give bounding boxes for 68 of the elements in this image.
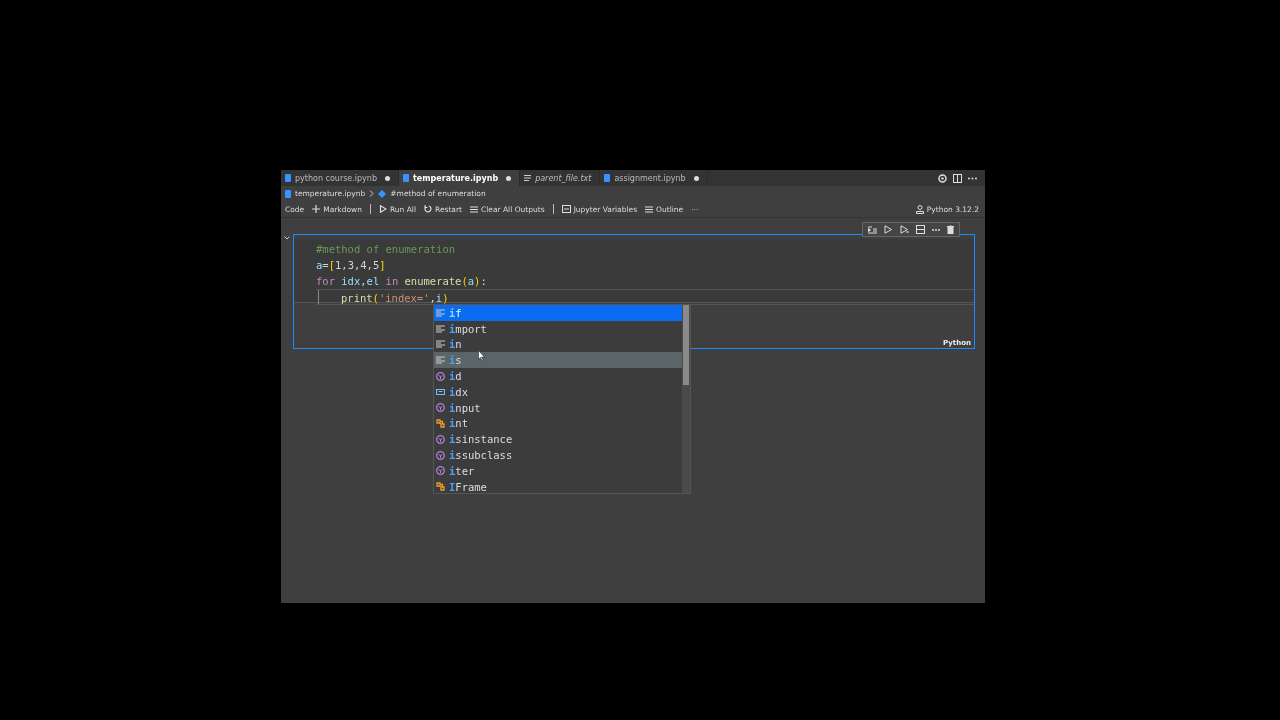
suggestion-label: IFrame (449, 480, 487, 493)
notebook-icon (604, 174, 611, 182)
run-above-icon[interactable] (868, 225, 877, 234)
suggestion-item[interactable]: is (434, 352, 682, 369)
cell-icon (378, 189, 387, 198)
code-line: for idx,el in enumerate(a): (316, 274, 488, 289)
play-below-icon[interactable] (900, 225, 909, 234)
suggestion-item[interactable]: IFrame (434, 478, 682, 495)
suggestion-label: in (449, 338, 462, 351)
variable-icon (436, 387, 445, 396)
person-icon (915, 204, 924, 214)
unsaved-dot (385, 175, 390, 181)
notebook-icon (403, 174, 409, 182)
keyword-icon (436, 308, 445, 317)
suggestion-label: isinstance (449, 433, 513, 446)
split-cell-icon[interactable] (916, 225, 925, 234)
suggestion-label: id (449, 370, 462, 383)
list-icon (645, 205, 654, 213)
suggestion-label: input (449, 401, 481, 414)
settings-icon[interactable] (938, 173, 947, 183)
code-line: a=[1,3,4,5] (316, 258, 387, 273)
restart-icon (424, 205, 432, 213)
suggestion-item[interactable]: iter (434, 462, 682, 479)
play-icon (378, 205, 387, 213)
cube-icon (436, 371, 445, 381)
suggestion-label: idx (449, 385, 468, 398)
unsaved-dot (506, 175, 512, 181)
more-icon[interactable] (968, 176, 977, 180)
keyword-icon (436, 340, 445, 349)
chevron-icon (369, 190, 375, 197)
suggestion-item[interactable]: idx (434, 384, 682, 400)
cube-icon (436, 450, 445, 460)
suggestion-label: if (449, 306, 462, 319)
keyword-icon (436, 356, 445, 365)
trash-icon[interactable] (947, 225, 954, 234)
suggestion-label: iter (449, 464, 475, 477)
class-icon (436, 418, 445, 428)
suggestion-label: import (449, 322, 487, 335)
cube-icon (436, 434, 445, 444)
code-line: #method of enumeration (316, 242, 457, 257)
suggestion-item[interactable]: import (434, 320, 682, 337)
editor-tab[interactable]: temperature.ipynb (399, 170, 521, 186)
suggestion-item[interactable]: int (434, 415, 682, 432)
keyword-icon (436, 324, 445, 333)
suggestion-item[interactable]: isinstance (434, 431, 682, 448)
class-icon (436, 482, 445, 492)
variables-icon (561, 205, 571, 213)
suggestion-item[interactable]: if (434, 305, 682, 321)
unsaved-dot (693, 175, 699, 181)
suggestion-item[interactable]: issubclass (434, 447, 682, 463)
collapse-icon[interactable] (284, 236, 290, 240)
scrollbar-thumb[interactable] (683, 305, 689, 385)
mouse-pointer-icon (478, 350, 485, 361)
suggestion-item[interactable]: in (434, 336, 682, 353)
play-icon[interactable] (884, 225, 893, 234)
suggestion-item[interactable]: input (434, 399, 682, 416)
suggestion-label: int (449, 417, 468, 430)
suggestion-item[interactable]: id (434, 368, 682, 384)
lines-icon (470, 205, 478, 213)
code-editor[interactable]: #method of enumeration a=[1,3,4,5] for idx,el in enumerate(a): print('index=',i) (294, 239, 974, 303)
suggestion-label: is (449, 354, 462, 367)
split-editor-icon[interactable] (953, 173, 962, 183)
suggestion-label: issubclass (449, 449, 513, 462)
lines-icon (524, 175, 532, 181)
cube-icon (436, 403, 445, 413)
cube-icon (436, 466, 445, 476)
more-icon[interactable] (932, 228, 940, 231)
plus-icon (312, 205, 321, 213)
